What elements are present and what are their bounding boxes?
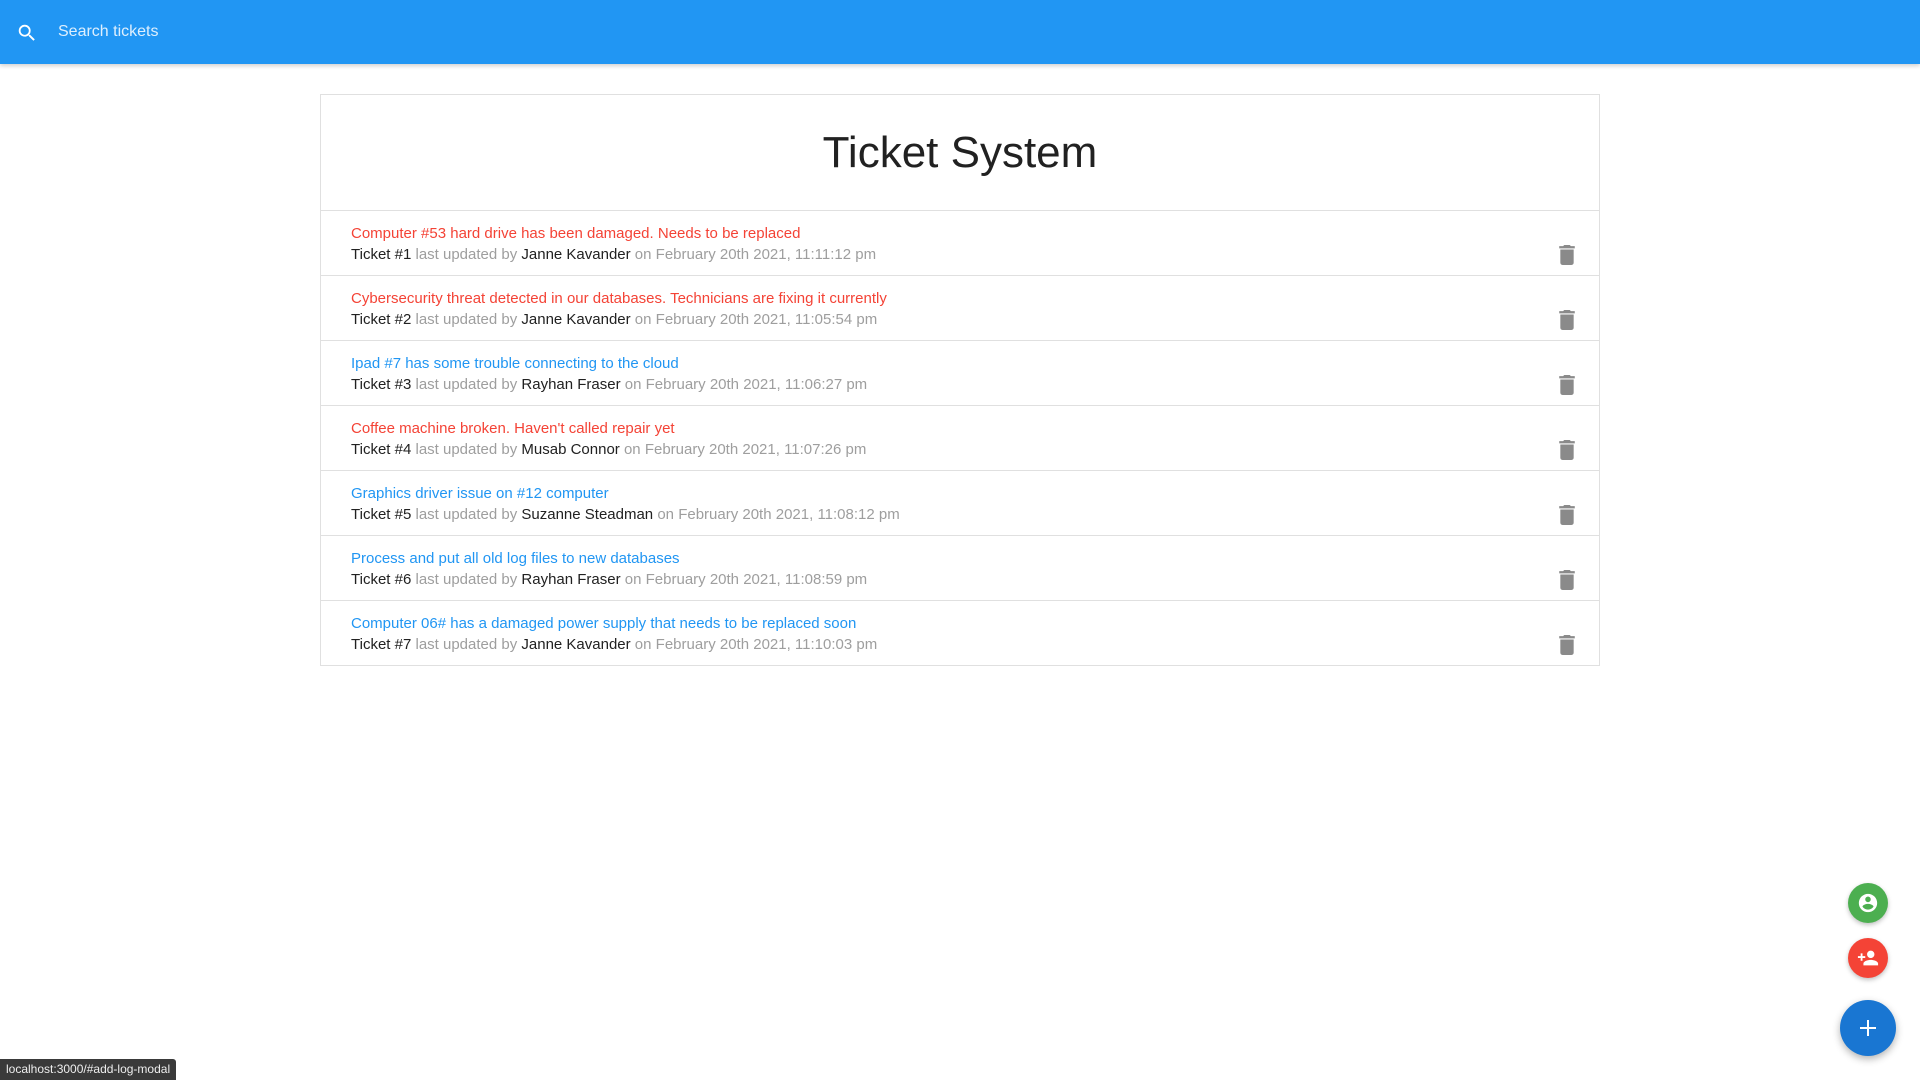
ticket-meta-label-updated: last updated by: [411, 246, 522, 263]
ticket-meta: Ticket #6 last updated by Rayhan Fraser …: [351, 569, 1569, 591]
ticket-meta-label-on: on: [620, 376, 646, 393]
ticket-date: February 20th 2021, 11:06:27 pm: [645, 376, 868, 393]
ticket-user: Janne Kavander: [521, 246, 631, 263]
ticket-meta: Ticket #2 last updated by Janne Kavander…: [351, 309, 1569, 331]
ticket-title-link[interactable]: Graphics driver issue on #12 computer: [351, 484, 609, 504]
delete-icon[interactable]: [1559, 635, 1575, 655]
person-icon: [1858, 893, 1878, 913]
delete-icon[interactable]: [1559, 245, 1575, 265]
ticket-title-link[interactable]: Ipad #7 has some trouble connecting to t…: [351, 354, 679, 374]
ticket-user: Janne Kavander: [521, 636, 631, 653]
ticket-date: February 20th 2021, 11:10:03 pm: [655, 636, 878, 653]
ticket-title-link[interactable]: Coffee machine broken. Haven't called re…: [351, 419, 675, 439]
ticket-meta-label-updated: last updated by: [411, 636, 522, 653]
ticket-meta-label-updated: last updated by: [411, 506, 522, 523]
ticket-meta: Ticket #3 last updated by Rayhan Fraser …: [351, 374, 1569, 396]
ticket-number: Ticket #1: [351, 246, 412, 263]
ticket-meta-label-updated: last updated by: [411, 441, 522, 458]
ticket-meta-label-on: on: [630, 636, 656, 653]
ticket-meta: Ticket #5 last updated by Suzanne Steadm…: [351, 504, 1569, 526]
ticket-meta-label-on: on: [653, 506, 679, 523]
plus-icon: [1860, 1020, 1876, 1036]
ticket-title-link[interactable]: Computer 06# has a damaged power supply …: [351, 614, 856, 634]
delete-icon[interactable]: [1559, 505, 1575, 525]
ticket-date: February 20th 2021, 11:11:12 pm: [655, 246, 877, 263]
ticket-number: Ticket #6: [351, 571, 412, 588]
ticket-user: Janne Kavander: [521, 311, 631, 328]
ticket-meta: Ticket #1 last updated by Janne Kavander…: [351, 244, 1569, 266]
ticket-row: Computer 06# has a damaged power supply …: [321, 601, 1599, 665]
delete-icon[interactable]: [1559, 570, 1575, 590]
ticket-meta-label-updated: last updated by: [411, 571, 522, 588]
ticket-date: February 20th 2021, 11:07:26 pm: [644, 441, 867, 458]
ticket-meta-label-on: on: [620, 571, 646, 588]
ticket-number: Ticket #3: [351, 376, 412, 393]
ticket-number: Ticket #2: [351, 311, 412, 328]
page-title: Ticket System: [822, 127, 1098, 177]
add-log-button[interactable]: [1840, 1000, 1896, 1056]
ticket-title-link[interactable]: Computer #53 hard drive has been damaged…: [351, 224, 800, 244]
ticket-user: Rayhan Fraser: [521, 376, 621, 393]
ticket-title-link[interactable]: Cybersecurity threat detected in our dat…: [351, 289, 887, 309]
ticket-meta: Ticket #4 last updated by Musab Connor o…: [351, 439, 1569, 461]
ticket-row: Coffee machine broken. Haven't called re…: [321, 406, 1599, 471]
ticket-user: Rayhan Fraser: [521, 571, 621, 588]
ticket-meta-label-updated: last updated by: [411, 376, 522, 393]
delete-icon[interactable]: [1559, 310, 1575, 330]
ticket-user: Suzanne Steadman: [521, 506, 654, 523]
add-user-button[interactable]: [1848, 938, 1888, 978]
ticket-list-header: Ticket System: [321, 95, 1599, 211]
ticket-number: Ticket #5: [351, 506, 412, 523]
ticket-title-link[interactable]: Process and put all old log files to new…: [351, 549, 680, 569]
ticket-date: February 20th 2021, 11:05:54 pm: [655, 311, 878, 328]
ticket-meta-label-on: on: [619, 441, 645, 458]
ticket-meta-label-on: on: [630, 311, 656, 328]
ticket-row: Computer #53 hard drive has been damaged…: [321, 211, 1599, 276]
ticket-number: Ticket #4: [351, 441, 412, 458]
ticket-meta-label-updated: last updated by: [411, 311, 522, 328]
ticket-row: Process and put all old log files to new…: [321, 536, 1599, 601]
delete-icon[interactable]: [1559, 440, 1575, 460]
ticket-user: Musab Connor: [521, 441, 620, 458]
person-add-icon: [1857, 950, 1879, 966]
ticket-number: Ticket #7: [351, 636, 412, 653]
search-icon[interactable]: [16, 22, 38, 44]
ticket-list: Ticket System Computer #53 hard drive ha…: [320, 94, 1600, 666]
ticket-row: Ipad #7 has some trouble connecting to t…: [321, 341, 1599, 406]
ticket-row: Cybersecurity threat detected in our dat…: [321, 276, 1599, 341]
ticket-date: February 20th 2021, 11:08:12 pm: [678, 506, 900, 523]
delete-icon[interactable]: [1559, 375, 1575, 395]
top-navbar: [0, 0, 1920, 64]
users-button[interactable]: [1848, 883, 1888, 923]
ticket-row: Graphics driver issue on #12 computer Ti…: [321, 471, 1599, 536]
status-bar-url: localhost:3000/#add-log-modal: [0, 1059, 177, 1080]
ticket-meta: Ticket #7 last updated by Janne Kavander…: [351, 634, 1569, 656]
search-input[interactable]: [58, 14, 1258, 50]
ticket-meta-label-on: on: [630, 246, 656, 263]
ticket-date: February 20th 2021, 11:08:59 pm: [645, 571, 868, 588]
